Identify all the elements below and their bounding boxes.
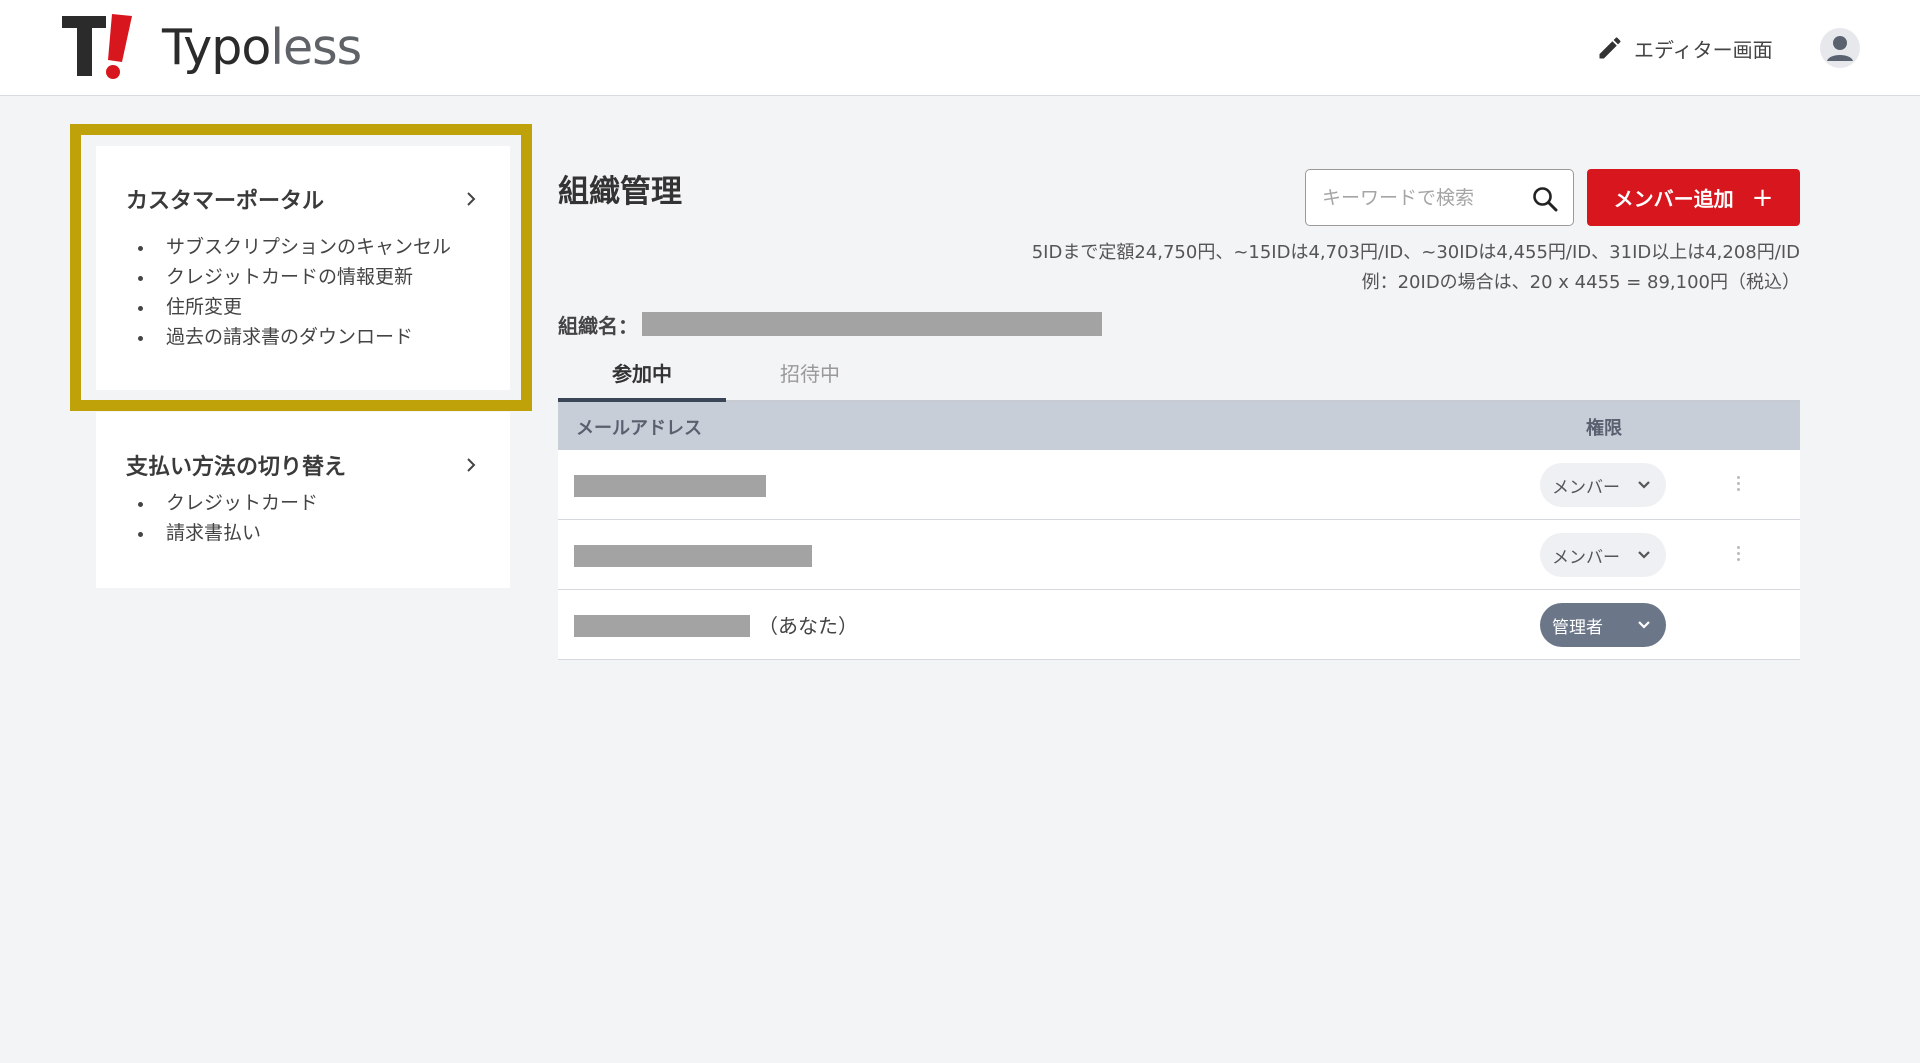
pricing-line-2: 例：20IDの場合は、20 x 4455 = 89,100円（税込） (1361, 272, 1800, 293)
logo-text-strong: Typo (162, 19, 271, 76)
add-member-button[interactable]: メンバー追加 + (1587, 169, 1800, 226)
role-value: 管理者 (1552, 617, 1603, 638)
role-select[interactable]: 管理者 (1540, 603, 1666, 647)
role-value: メンバー (1552, 547, 1620, 568)
chevron-right-icon (467, 458, 476, 472)
customer-portal-card: カスタマーポータル サブスクリプションのキャンセル クレジットカードの情報更新 … (96, 146, 510, 390)
list-item[interactable]: サブスクリプションのキャンセル (138, 232, 451, 262)
search-box (1305, 169, 1574, 226)
list-item[interactable]: 住所変更 (138, 292, 451, 322)
user-avatar-icon[interactable] (1820, 28, 1860, 68)
chevron-down-icon (1638, 551, 1650, 559)
plus-icon: + (1751, 182, 1774, 213)
members-table: メールアドレス 権限 メンバー メンバー （あなた） 管理者 (558, 402, 1800, 660)
table-header: メールアドレス 権限 (558, 402, 1800, 450)
logo-wordmark[interactable]: Typoless (162, 18, 362, 78)
pencil-icon (1599, 37, 1621, 59)
chevron-down-icon (1638, 481, 1650, 489)
column-header-email: メールアドレス (576, 418, 702, 439)
kebab-menu-icon[interactable] (1730, 543, 1746, 569)
role-select[interactable]: メンバー (1540, 463, 1666, 507)
redacted-email (574, 615, 750, 637)
chevron-down-icon (1638, 621, 1650, 629)
payment-method-title: 支払い方法の切り替え (126, 455, 347, 480)
redacted-organization-name (642, 312, 1102, 336)
customer-portal-link[interactable]: カスタマーポータル (126, 184, 480, 214)
member-tabs: 参加中 招待中 (558, 354, 1800, 402)
logo-text-light: less (270, 19, 362, 76)
tab-invited[interactable]: 招待中 (726, 354, 894, 402)
role-value: メンバー (1552, 477, 1620, 498)
organization-name-label: 組織名： (558, 313, 638, 338)
editor-screen-link[interactable]: エディター画面 (1596, 28, 1773, 68)
add-member-label: メンバー追加 (1613, 187, 1734, 211)
customer-portal-list: サブスクリプションのキャンセル クレジットカードの情報更新 住所変更 過去の請求… (138, 232, 451, 352)
page-title: 組織管理 (558, 174, 682, 210)
pricing-line-1: 5IDまで定額24,750円、~15IDは4,703円/ID、~30IDは4,4… (1031, 242, 1800, 263)
chevron-right-icon (467, 192, 476, 206)
table-row: メンバー (558, 450, 1800, 520)
customer-portal-title: カスタマーポータル (126, 189, 325, 214)
search-input[interactable] (1320, 178, 1520, 218)
payment-method-link[interactable]: 支払い方法の切り替え (126, 450, 480, 480)
typoless-logo-icon[interactable] (60, 12, 142, 82)
role-select[interactable]: メンバー (1540, 533, 1666, 577)
tab-joined[interactable]: 参加中 (558, 354, 726, 402)
search-icon[interactable] (1531, 185, 1559, 213)
list-item[interactable]: 請求書払い (138, 518, 318, 548)
list-item[interactable]: クレジットカード (138, 488, 318, 518)
redacted-email (574, 475, 766, 497)
table-row: メンバー (558, 520, 1800, 590)
list-item[interactable]: クレジットカードの情報更新 (138, 262, 451, 292)
organization-name: 組織名： (558, 307, 1102, 341)
payment-method-card: 支払い方法の切り替え クレジットカード 請求書払い (96, 412, 510, 588)
pricing-info: 5IDまで定額24,750円、~15IDは4,703円/ID、~30IDは4,4… (1032, 238, 1800, 298)
redacted-email (574, 545, 812, 567)
editor-screen-label: エディター画面 (1634, 37, 1773, 62)
list-item[interactable]: 過去の請求書のダウンロード (138, 322, 451, 352)
column-header-role: 権限 (1586, 418, 1622, 439)
payment-method-list: クレジットカード 請求書払い (138, 488, 318, 548)
app-header: Typoless エディター画面 (0, 0, 1920, 96)
table-row: （あなた） 管理者 (558, 590, 1800, 660)
kebab-menu-icon[interactable] (1730, 473, 1746, 499)
you-label: （あなた） (758, 614, 858, 638)
